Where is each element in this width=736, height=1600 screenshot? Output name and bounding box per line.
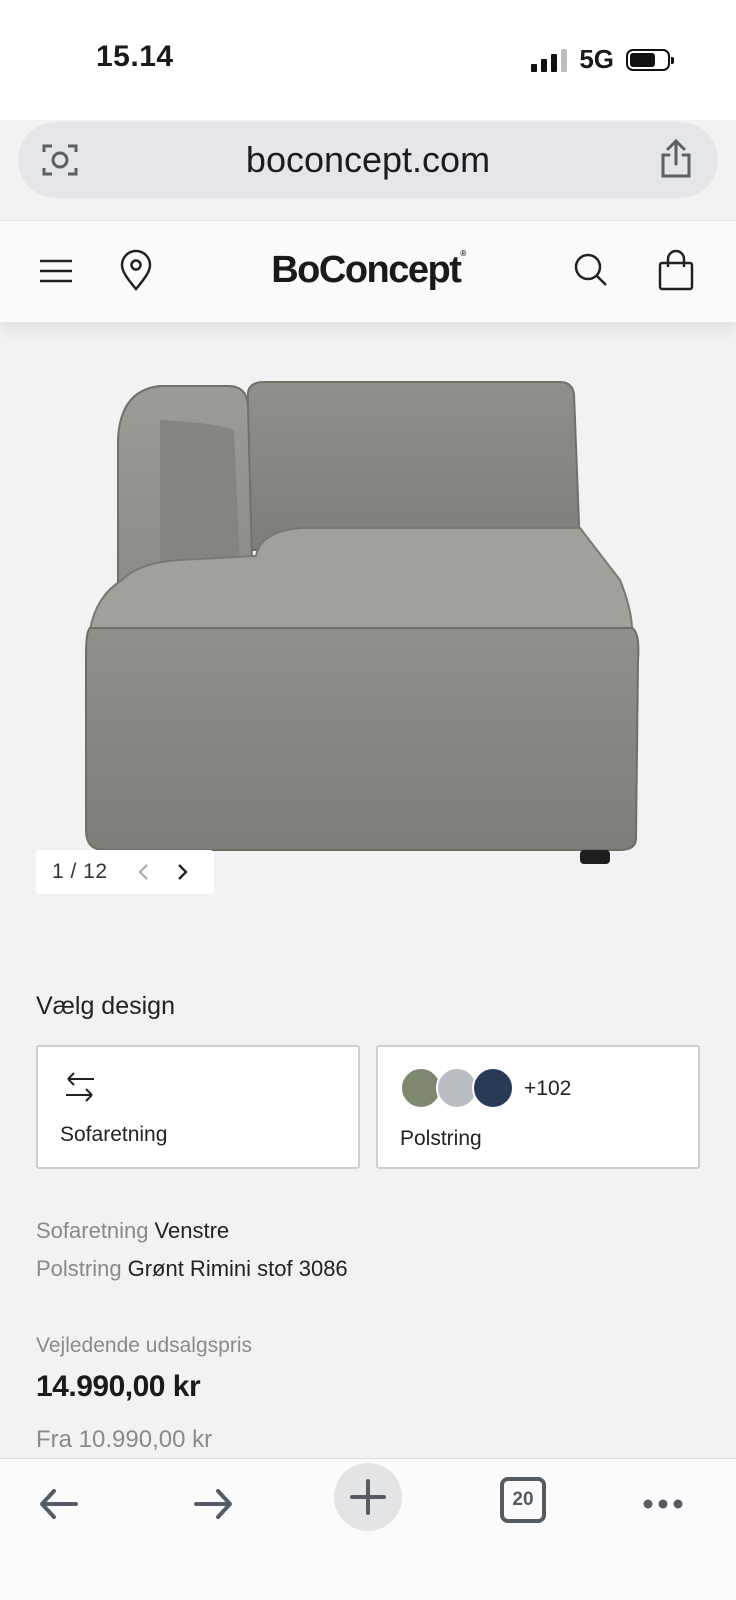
battery-icon: [626, 48, 674, 71]
sofa-direction-label: Sofaretning: [60, 1123, 168, 1146]
spec-sofa-direction: Sofaretning Venstre: [36, 1218, 229, 1244]
price-from: Fra 10.990,00 kr: [36, 1426, 213, 1453]
chevron-right-icon[interactable]: [170, 860, 194, 884]
brand-logo[interactable]: BoConcept®: [0, 249, 736, 292]
share-icon[interactable]: [656, 138, 696, 180]
status-bar: 15.14 5G: [0, 0, 736, 120]
spec-upholstery: Polstring Grønt Rimini stof 3086: [36, 1256, 348, 1282]
forward-arrow-icon[interactable]: [188, 1479, 238, 1529]
swatch-more-count: +102: [524, 1077, 572, 1100]
sofa-direction-option[interactable]: Sofaretning: [36, 1045, 360, 1169]
network-type: 5G: [579, 44, 614, 74]
battery-level: [630, 52, 656, 67]
design-section-title: Vælg design: [36, 992, 175, 1020]
spec-key: Sofaretning: [36, 1218, 149, 1243]
spec-value: Grønt Rimini stof 3086: [127, 1256, 348, 1281]
chevron-left-icon[interactable]: [132, 860, 156, 884]
status-indicators: 5G: [531, 44, 674, 75]
price-caption: Vejledende udsalgspris: [36, 1334, 252, 1357]
upholstery-label: Polstring: [400, 1127, 482, 1150]
gallery-counter: 1 / 12: [52, 860, 108, 883]
new-tab-button[interactable]: [334, 1463, 402, 1531]
swatch-blue: [472, 1067, 514, 1109]
url-bar[interactable]: boconcept.com: [18, 122, 718, 198]
back-arrow-icon[interactable]: [34, 1479, 84, 1529]
url-text[interactable]: boconcept.com: [18, 122, 718, 198]
tabs-icon[interactable]: 20: [500, 1477, 546, 1523]
signal-icon: [531, 48, 568, 72]
spec-key: Polstring: [36, 1256, 122, 1281]
new-tab-plus-icon: [350, 1479, 386, 1515]
product-image[interactable]: [60, 360, 680, 900]
shopping-bag-icon[interactable]: [652, 247, 700, 295]
spec-value: Venstre: [154, 1218, 230, 1243]
price-amount: 14.990,00 kr: [36, 1370, 201, 1403]
more-icon[interactable]: [638, 1479, 688, 1529]
site-header: BoConcept®: [0, 220, 736, 322]
search-icon[interactable]: [568, 247, 616, 295]
browser-toolbar: 20: [0, 1458, 736, 1600]
swap-arrows-icon: [66, 1072, 94, 1102]
gallery-pager: 1 / 12: [36, 850, 214, 894]
status-time: 15.14: [96, 40, 174, 73]
upholstery-option[interactable]: +102 Polstring: [376, 1045, 700, 1169]
